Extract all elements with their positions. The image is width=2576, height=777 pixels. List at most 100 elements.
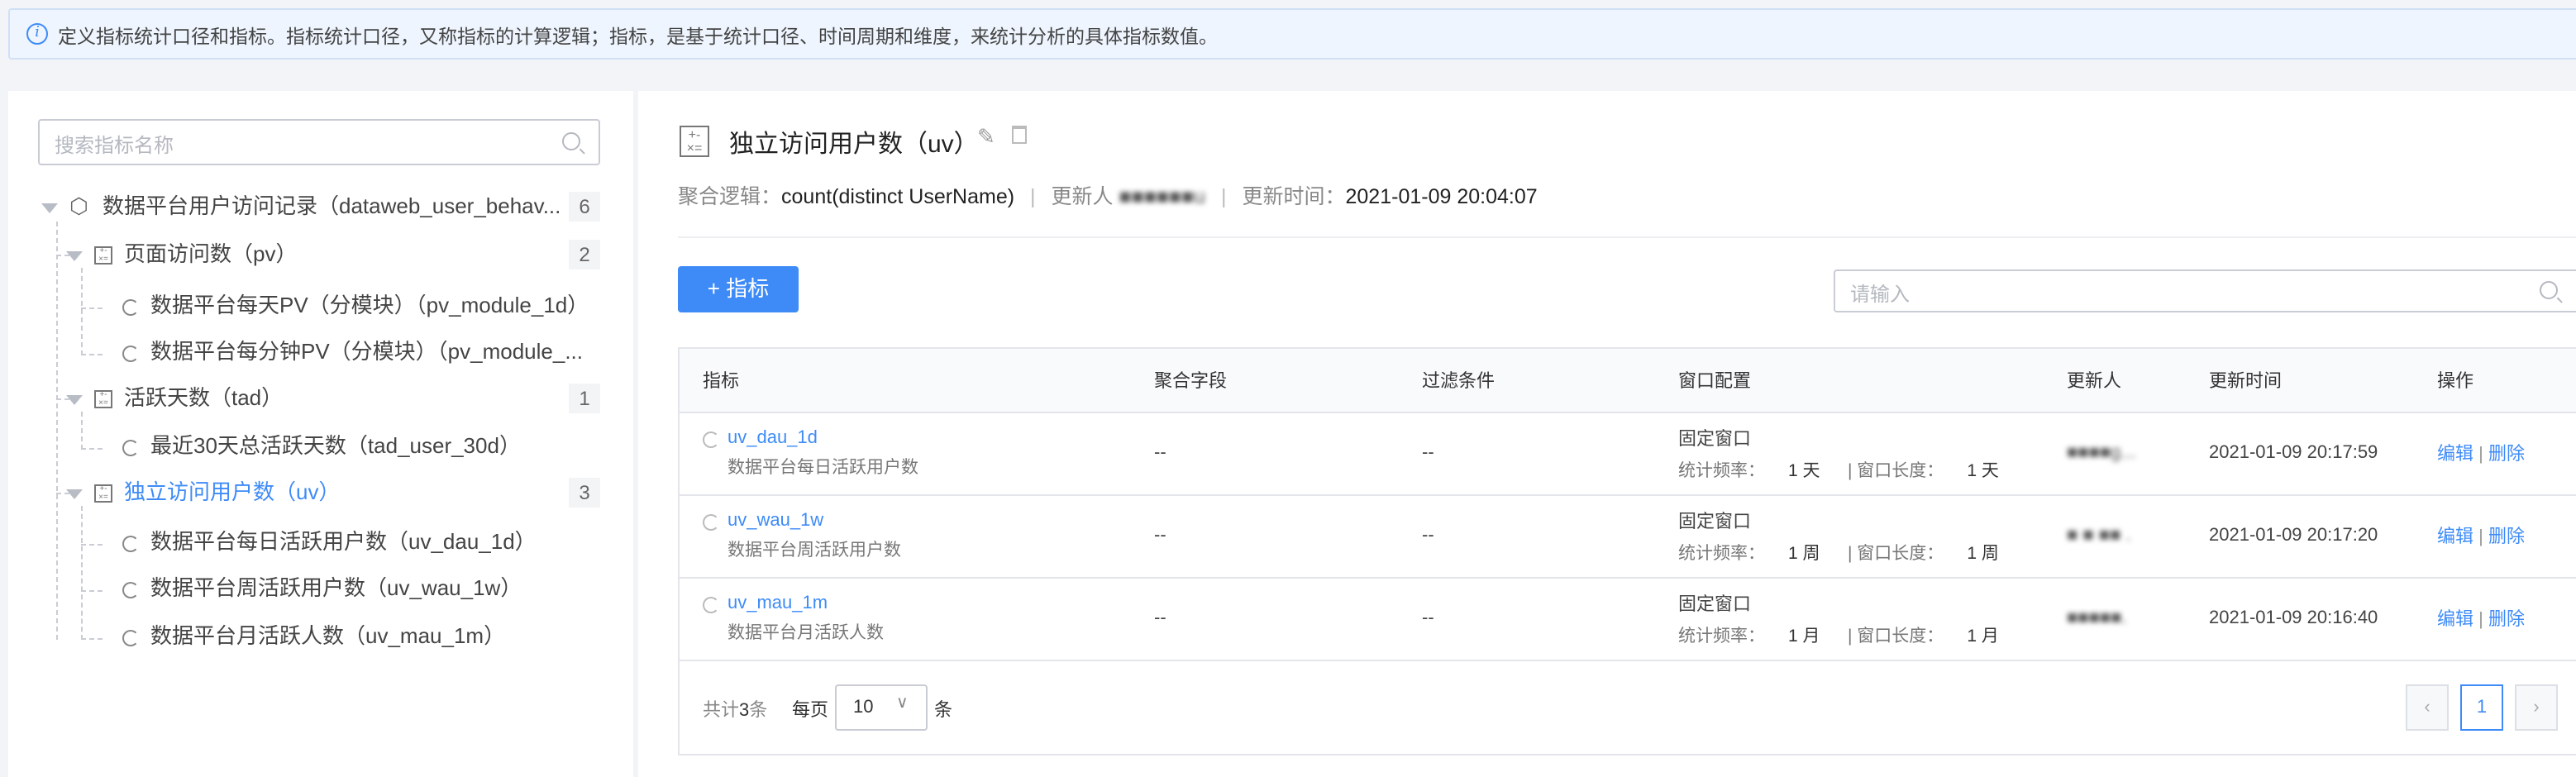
gauge-icon [122, 299, 139, 316]
search-icon[interactable] [562, 132, 580, 150]
freq-value: 1 周 [1788, 543, 1820, 563]
count-badge: 1 [569, 384, 600, 413]
total-count: 共计3条 [703, 700, 768, 720]
prev-page-button[interactable]: ‹ [2406, 684, 2449, 730]
collapse-caret-icon[interactable] [66, 251, 83, 261]
gauge-icon [122, 440, 139, 456]
agg-field-cell: -- [1131, 412, 1399, 495]
tree-leaf-label: 数据平台每日活跃用户数（uv_dau_1d） [150, 529, 537, 554]
gauge-icon [122, 630, 139, 646]
tree-leaf-label: 数据平台每分钟PV（分模块）（pv_module_... [150, 339, 584, 364]
metric-cell: uv_dau_1d 数据平台每日活跃用户数 [680, 412, 1131, 495]
table-footer: 共计3条 每页 10 ∨ 条 ‹ 1 › [680, 660, 2576, 753]
chevron-down-icon: ∨ [896, 694, 909, 712]
agg-value: count(distinct UserName) [781, 185, 1015, 208]
tree-leaf-label: 数据平台月活跃人数（uv_mau_1m） [150, 623, 506, 648]
col-header: 窗口配置 [1655, 349, 2044, 412]
tree-group-pv[interactable]: +- ×= 页面访问数（pv） 2 [8, 235, 633, 274]
separator: | [1221, 185, 1227, 208]
calculator-icon: +- ×= [680, 126, 709, 157]
tree-connector [81, 506, 83, 640]
tree-leaf-label: 数据平台周活跃用户数（uv_wau_1w） [150, 575, 522, 600]
table-search-input[interactable]: 请输入 [1834, 269, 2576, 312]
per-page-suffix: 条 [934, 700, 952, 720]
page-1-button[interactable]: 1 [2460, 684, 2503, 730]
delete-link[interactable]: 删除 [2488, 610, 2525, 630]
col-header: 指标 [680, 349, 1131, 412]
freq-value: 1 月 [1788, 626, 1820, 646]
window-cell: 固定窗口 统计频率： 1 月 | 窗口长度： 1 月 [1655, 577, 2044, 660]
collapse-caret-icon[interactable] [66, 395, 83, 405]
filter-cell: -- [1399, 577, 1655, 660]
tree-search-input[interactable]: 搜索指标名称 [38, 119, 600, 165]
gauge-icon [703, 513, 719, 530]
agg-field-cell: -- [1131, 494, 1399, 578]
actions-cell: 编辑 | 删除 [2414, 494, 2576, 578]
page-size-select[interactable]: 10 ∨ [835, 684, 928, 730]
tree-node-label: 活跃天数（tad） [124, 385, 284, 410]
page-size-value: 10 [853, 697, 874, 717]
window-type: 固定窗口 [1678, 512, 1751, 532]
search-placeholder: 搜索指标名称 [55, 134, 174, 157]
search-placeholder: 请输入 [1850, 283, 1911, 306]
metrics-table: 指标 聚合字段 过滤条件 窗口配置 更新人 更新时间 操作 uv_dau_1d … [678, 347, 2576, 755]
metric-cell: uv_mau_1m 数据平台月活跃人数 [680, 577, 1131, 660]
edit-link[interactable]: 编辑 [2437, 610, 2473, 630]
add-metric-button[interactable]: + 指标 [678, 266, 799, 312]
actions-cell: 编辑 | 删除 [2414, 412, 2576, 495]
count-badge: 3 [569, 478, 600, 508]
info-banner: i 定义指标统计口径和指标。指标统计口径，又称指标的计算逻辑；指标，是基于统计口… [8, 8, 2576, 60]
agg-field-cell: -- [1131, 577, 1399, 660]
time-value: 2021-01-09 20:04:07 [1345, 185, 1538, 208]
tree-group-uv[interactable]: +- ×= 独立访问用户数（uv） 3 [8, 473, 633, 512]
filter-cell: -- [1399, 494, 1655, 578]
collapse-caret-icon[interactable] [66, 489, 83, 499]
len-value: 1 月 [1967, 626, 1999, 646]
banner-text: 定义指标统计口径和指标。指标统计口径，又称指标的计算逻辑；指标，是基于统计口径、… [58, 28, 1218, 48]
count-badge: 2 [569, 240, 600, 269]
tree-connector [81, 448, 103, 450]
tree-connector [81, 268, 83, 355]
edit-link[interactable]: 编辑 [2437, 527, 2473, 547]
delete-link[interactable]: 删除 [2488, 527, 2525, 547]
count-badge: 6 [569, 192, 600, 222]
tree-node-label: 页面访问数（pv） [124, 241, 298, 266]
updater-cell: ■ ■ ■■ . [2067, 526, 2131, 546]
actions-cell: 编辑 | 删除 [2414, 577, 2576, 660]
trash-icon[interactable] [1012, 126, 1027, 144]
len-label: | 窗口长度： [1848, 460, 1944, 480]
collapse-caret-icon[interactable] [41, 203, 58, 213]
time-label: 更新时间： [1242, 185, 1346, 208]
tree-leaf-label: 最近30天总活跃天数（tad_user_30d） [150, 433, 521, 458]
window-type: 固定窗口 [1678, 594, 1751, 614]
col-header: 过滤条件 [1399, 349, 1655, 412]
agg-label: 聚合逻辑： [678, 185, 782, 208]
next-page-button[interactable]: › [2515, 684, 2558, 730]
tree-connector [81, 307, 103, 309]
tree-leaf-label: 数据平台每天PV（分模块）（pv_module_1d） [150, 293, 589, 317]
metric-cell: uv_wau_1w 数据平台周活跃用户数 [680, 494, 1131, 578]
tree-connector [81, 590, 103, 592]
metric-name-link[interactable]: uv_mau_1m [727, 593, 828, 613]
metric-name-link[interactable]: uv_wau_1w [727, 510, 823, 530]
freq-label: 统计频率： [1678, 543, 1765, 563]
table-header-row: 指标 聚合字段 过滤条件 窗口配置 更新人 更新时间 操作 [680, 349, 2576, 412]
edit-link[interactable]: 编辑 [2437, 445, 2473, 465]
len-label: | 窗口长度： [1848, 543, 1944, 563]
window-type: 固定窗口 [1678, 429, 1751, 449]
edit-pencil-icon[interactable]: ✎ [977, 124, 995, 150]
updater-value: ■■■■■■u [1119, 185, 1206, 208]
metric-name-link[interactable]: uv_dau_1d [727, 427, 818, 447]
tree-node-label-selected: 独立访问用户数（uv） [124, 479, 341, 504]
metric-desc: 数据平台周活跃用户数 [727, 540, 901, 560]
tree-node-root[interactable]: ⬡ 数据平台用户访问记录（dataweb_user_behav... 6 [8, 187, 633, 226]
tree-group-tad[interactable]: +- ×= 活跃天数（tad） 1 [8, 379, 633, 418]
search-icon[interactable] [2540, 281, 2558, 299]
time-cell: 2021-01-09 20:17:20 [2186, 494, 2414, 578]
tree-connector [56, 222, 58, 640]
time-cell: 2021-01-09 20:16:40 [2186, 577, 2414, 660]
calculator-icon: +- ×= [94, 484, 112, 503]
updater-cell: ■■■■■. [2067, 608, 2127, 628]
len-label: | 窗口长度： [1848, 626, 1944, 646]
delete-link[interactable]: 删除 [2488, 445, 2525, 465]
